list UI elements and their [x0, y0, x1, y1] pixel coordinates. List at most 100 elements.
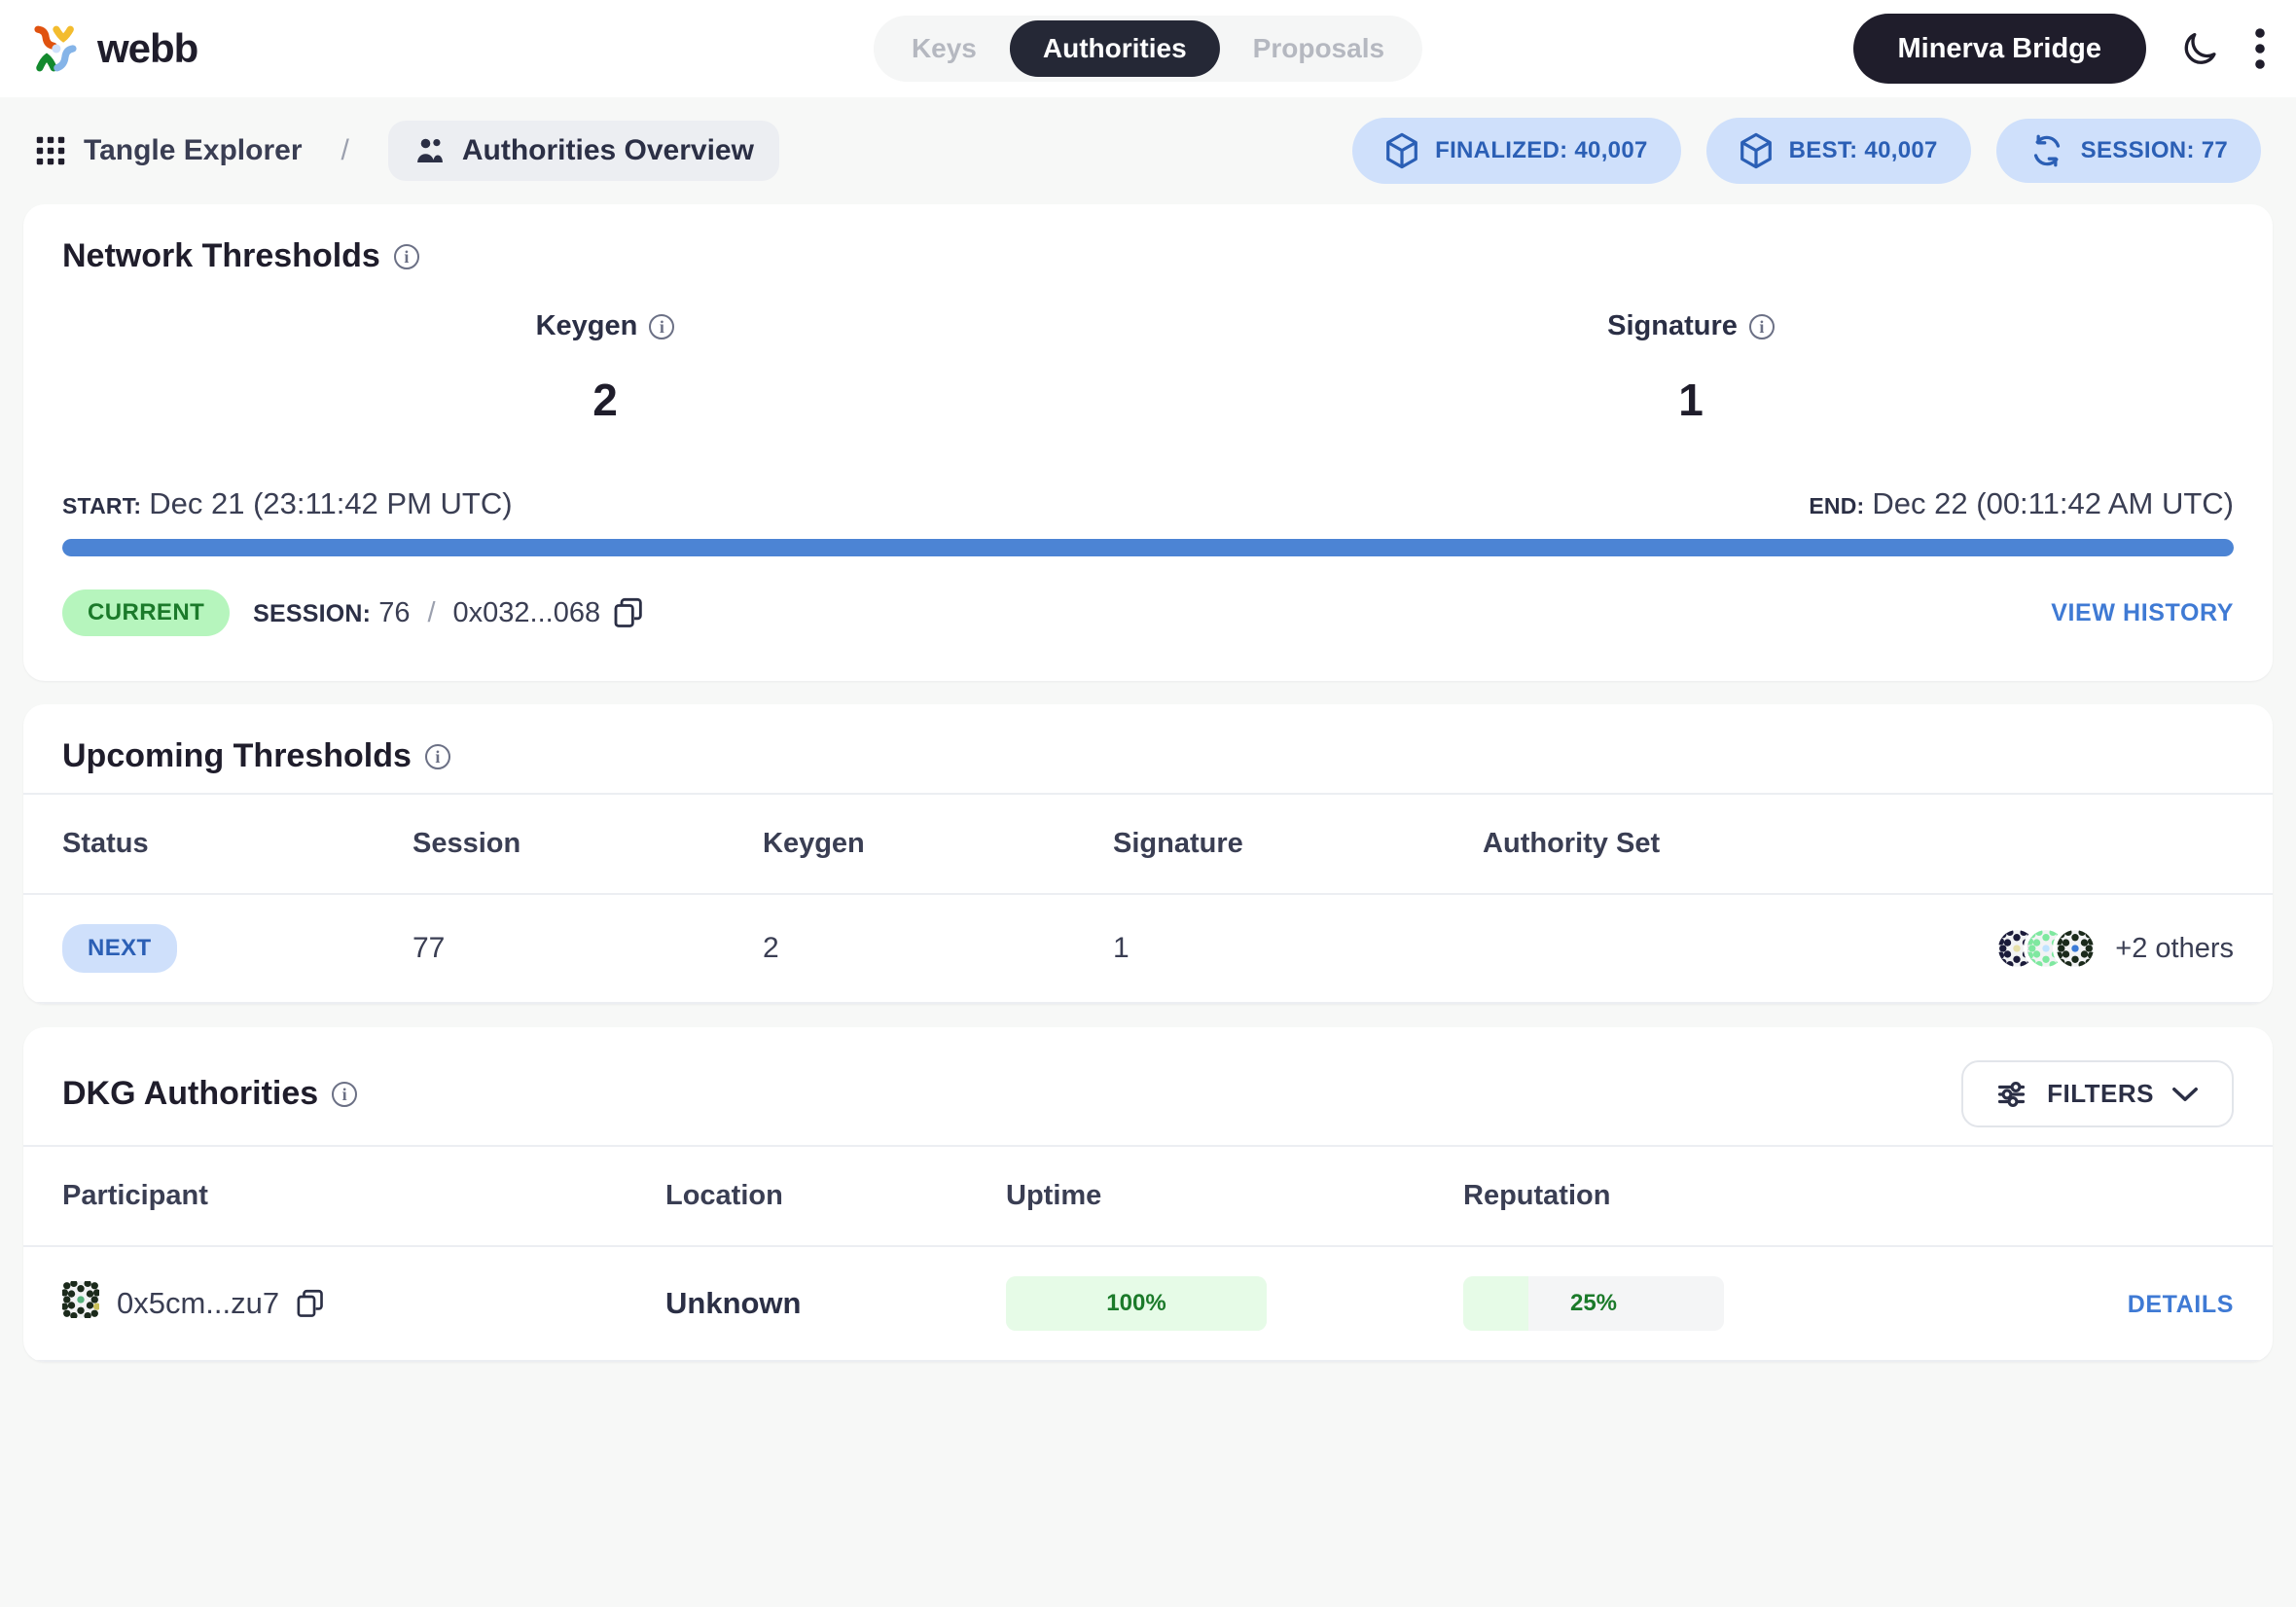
- info-icon[interactable]: i: [424, 743, 450, 769]
- upcoming-thresholds-title-group: Upcoming Thresholds i: [62, 737, 450, 775]
- session-start-label: START:: [62, 493, 142, 518]
- filters-button-label: FILTERS: [2047, 1079, 2154, 1108]
- dkg-authorities-head: Participant Location Uptime Reputation: [23, 1145, 2273, 1247]
- breadcrumb-root[interactable]: Tangle Explorer: [84, 134, 303, 167]
- info-icon[interactable]: i: [393, 243, 419, 269]
- current-session-value: 76: [378, 596, 411, 628]
- status-chip-best-label: BEST: 40,007: [1788, 137, 1938, 163]
- network-thresholds-title-group: Network Thresholds i: [62, 237, 419, 275]
- current-session-separator: /: [427, 596, 436, 628]
- chain-selector-button[interactable]: Minerva Bridge: [1852, 14, 2146, 84]
- info-icon[interactable]: i: [1748, 313, 1775, 339]
- grid-icon[interactable]: [35, 135, 66, 166]
- threshold-keygen: Keygen i 2: [62, 310, 1148, 426]
- tab-keys[interactable]: Keys: [879, 20, 1010, 77]
- session-end-value: Dec 22 (00:11:42 AM UTC): [1872, 486, 2234, 520]
- session-start-value: Dec 21 (23:11:42 PM UTC): [149, 486, 513, 520]
- overflow-menu-button[interactable]: [2253, 27, 2267, 70]
- current-session-label: SESSION:: [253, 599, 372, 627]
- participant-group: 0x5cm...zu7: [60, 1279, 665, 1326]
- status-chip-group: FINALIZED: 40,007 BEST: 40,007 SESSION: …: [1352, 118, 2261, 184]
- column-header-location: Location: [665, 1145, 1006, 1247]
- participant-address: 0x5cm...zu7: [117, 1286, 280, 1320]
- top-navigation-bar: webb Keys Authorities Proposals Minerva …: [0, 0, 2296, 97]
- table-row[interactable]: NEXT 77 2 1 +2 others: [23, 894, 2273, 1004]
- reputation-meter: 25%: [1463, 1276, 1724, 1331]
- status-chip-finalized[interactable]: FINALIZED: 40,007: [1352, 118, 1681, 184]
- upcoming-thresholds-header: Upcoming Thresholds i: [23, 704, 2273, 793]
- authority-set-more-label: +2 others: [2115, 932, 2234, 964]
- current-session-info: SESSION: 76 / 0x032...068: [253, 597, 600, 629]
- cell-actions: DETAILS: [1952, 1246, 2273, 1362]
- upcoming-thresholds-head: Status Session Keygen Signature Authorit…: [23, 793, 2273, 895]
- info-icon[interactable]: i: [649, 313, 675, 339]
- upcoming-thresholds-title: Upcoming Thresholds: [62, 737, 412, 774]
- view-history-link[interactable]: VIEW HISTORY: [2051, 599, 2234, 627]
- column-header-reputation: Reputation: [1463, 1145, 1952, 1247]
- authority-set-group: +2 others: [1483, 926, 2234, 971]
- column-header-uptime: Uptime: [1006, 1145, 1463, 1247]
- status-chip-session-label: SESSION: 77: [2080, 137, 2228, 163]
- cell-participant: 0x5cm...zu7: [23, 1246, 665, 1362]
- info-icon[interactable]: i: [332, 1081, 358, 1107]
- table-row[interactable]: 0x5cm...zu7 Unknown 100% 25% DETAILS: [23, 1246, 2273, 1362]
- copy-icon[interactable]: [614, 597, 643, 628]
- current-session-hash: 0x032...068: [452, 596, 601, 628]
- brand-logo-group[interactable]: webb: [29, 22, 198, 75]
- column-header-status: Status: [23, 793, 413, 895]
- cell-keygen: 2: [763, 894, 1113, 1004]
- status-chip-finalized-label: FINALIZED: 40,007: [1435, 137, 1648, 163]
- session-time-range: START: Dec 21 (23:11:42 PM UTC) END: Dec 2…: [23, 426, 2273, 521]
- status-chip-session[interactable]: SESSION: 77: [1995, 119, 2261, 183]
- brand-name: webb: [97, 25, 198, 71]
- session-end-label: END:: [1809, 493, 1865, 518]
- moon-icon: [2184, 32, 2216, 64]
- cell-signature: 1: [1113, 894, 1484, 1004]
- table-header-row: Status Session Keygen Signature Authorit…: [23, 793, 2273, 895]
- avatar-group[interactable]: [1994, 926, 2099, 971]
- uptime-meter: 100%: [1006, 1276, 1267, 1331]
- theme-toggle-button[interactable]: [2179, 28, 2220, 69]
- cell-session: 77: [413, 894, 763, 1004]
- threshold-stats: Keygen i 2 Signature i 1: [23, 293, 2273, 426]
- threshold-signature-value: 1: [1678, 375, 1704, 425]
- reputation-value: 25%: [1569, 1290, 1618, 1316]
- tab-proposals[interactable]: Proposals: [1220, 20, 1417, 77]
- details-link[interactable]: DETAILS: [2128, 1291, 2234, 1318]
- breadcrumb-row: Tangle Explorer / Authorities Overview F…: [0, 97, 2296, 204]
- network-thresholds-header: Network Thresholds i: [23, 204, 2273, 293]
- vertical-dots-icon: [2255, 28, 2265, 69]
- copy-icon[interactable]: [297, 1289, 324, 1318]
- status-badge: NEXT: [62, 924, 177, 973]
- filters-button[interactable]: FILTERS: [1961, 1060, 2234, 1127]
- participant-location: Unknown: [665, 1286, 802, 1320]
- breadcrumb-current-label: Authorities Overview: [461, 134, 754, 166]
- threshold-signature-label-group: Signature i: [1607, 310, 1775, 342]
- uptime-value: 100%: [1106, 1290, 1166, 1316]
- page-title: Network Thresholds: [62, 237, 380, 274]
- cell-reputation: 25%: [1463, 1246, 1952, 1362]
- dkg-authorities-header: DKG Authorities i FILTERS: [23, 1027, 2273, 1145]
- sliders-icon: [1998, 1081, 2026, 1107]
- column-header-keygen: Keygen: [763, 793, 1113, 895]
- session-progress-fill: [62, 539, 2234, 556]
- session-start: START: Dec 21 (23:11:42 PM UTC): [62, 486, 513, 521]
- session-progress-track: [62, 539, 2234, 556]
- threshold-signature: Signature i 1: [1148, 310, 2234, 426]
- session-end: END: Dec 22 (00:11:42 AM UTC): [1809, 486, 2234, 521]
- network-thresholds-card: Network Thresholds i Keygen i 2 Signatur…: [23, 204, 2273, 681]
- breadcrumb: Tangle Explorer / Authorities Overview: [35, 121, 779, 181]
- column-header-authority-set: Authority Set: [1483, 793, 2273, 895]
- upcoming-thresholds-body: NEXT 77 2 1 +2 others: [23, 894, 2273, 1004]
- status-chip-best[interactable]: BEST: 40,007: [1705, 118, 1971, 184]
- status-badge: CURRENT: [62, 589, 231, 636]
- upcoming-thresholds-table: Status Session Keygen Signature Authorit…: [23, 793, 2273, 1004]
- breadcrumb-current[interactable]: Authorities Overview: [387, 121, 779, 181]
- cell-location: Unknown: [665, 1246, 1006, 1362]
- session-progress: [23, 521, 2273, 556]
- column-header-signature: Signature: [1113, 793, 1484, 895]
- webb-logo-icon: [34, 25, 77, 72]
- tab-authorities[interactable]: Authorities: [1009, 20, 1220, 77]
- cube-icon: [1740, 132, 1772, 169]
- dkg-authorities-table: Participant Location Uptime Reputation 0…: [23, 1145, 2273, 1362]
